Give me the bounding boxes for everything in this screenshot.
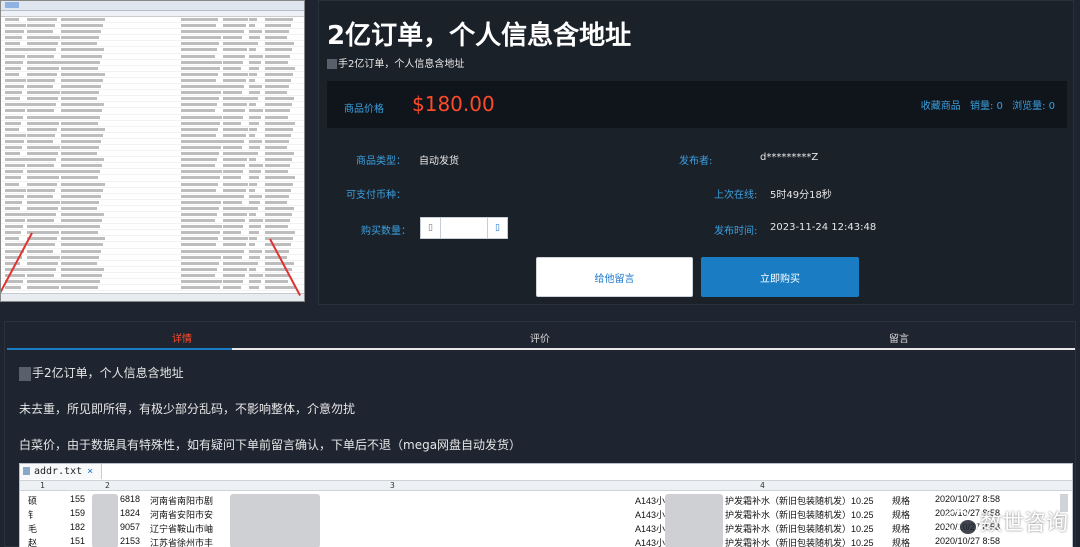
preview-row xyxy=(1,285,304,292)
product-title: 2亿订单，个人信息含地址 xyxy=(327,21,632,51)
type-value: 自动发货 xyxy=(419,156,459,167)
publisher-value: d*********Z xyxy=(760,152,819,163)
column-label: 4 xyxy=(760,481,765,490)
table-row: 钅 159 1824 河南省安阳市安 A143小 护发霜补水（新旧包装随机发）1… xyxy=(28,508,1001,520)
table-row: 毛 182 9057 辽宁省鞍山市岫 A143小 护发霜补水（新旧包装随机发）1… xyxy=(28,522,1001,534)
redaction-blur xyxy=(665,494,723,547)
publisher-label: 发布者: xyxy=(679,156,713,167)
file-tab: addr.txt × xyxy=(20,464,103,479)
sales-count: 销量: 0 xyxy=(969,101,1003,112)
wechat-icon xyxy=(943,510,978,536)
tab-details[interactable]: 详情 xyxy=(172,330,192,345)
preview-rows xyxy=(1,17,304,293)
column-label: 3 xyxy=(390,481,395,490)
currency-label: 可支付币种： xyxy=(346,190,406,201)
spreadsheet-preview-image xyxy=(0,0,305,302)
tab-messages[interactable]: 留言 xyxy=(889,330,909,345)
price-box: 商品价格 $180.00 收藏商品 销量: 0 浏览量: 0 xyxy=(327,81,1067,128)
redacted-block xyxy=(19,366,31,381)
table-row: 硕 155 6818 河南省南阳市剧 A143小 护发霜补水（新旧包装随机发）1… xyxy=(28,494,1001,506)
detail-line-3: 白菜价，由于数据具有特殊性，如有疑问下单前留言确认，下单后不退（mega网盘自动… xyxy=(19,438,522,452)
detail-section: 详情 评价 留言 手2亿订单，个人信息含地址 未去重，所见即所得，有极少部分乱码… xyxy=(4,321,1076,547)
buy-now-button[interactable]: 立即购买 xyxy=(701,257,859,297)
quantity-label: 购买数量： xyxy=(361,226,411,237)
leave-message-button[interactable]: 给他留言 xyxy=(536,257,693,297)
decrement-button[interactable]: ▯ xyxy=(420,217,441,239)
column-label: 1 xyxy=(40,481,45,490)
table-row: 赵 151 2153 江苏省徐州市丰 A143小 护发霜补水（新旧包装随机发）1… xyxy=(28,536,1001,547)
price-label: 商品价格 xyxy=(344,104,384,115)
tab-reviews[interactable]: 评价 xyxy=(530,330,550,345)
quantity-input[interactable] xyxy=(441,217,487,239)
product-panel: 2亿订单，个人信息含地址 手2亿订单，个人信息含地址 商品价格 $180.00 … xyxy=(318,0,1074,305)
product-subtitle: 手2亿订单，个人信息含地址 xyxy=(327,55,464,70)
redaction-blur xyxy=(92,494,118,547)
favorite-link[interactable]: 收藏商品 xyxy=(921,101,961,112)
watermark: 数世咨询 xyxy=(943,505,1068,537)
preview-titlebar xyxy=(1,1,304,11)
watermark-text: 数世咨询 xyxy=(979,511,1068,536)
close-icon: × xyxy=(87,466,94,477)
increment-button[interactable]: ▯ xyxy=(487,217,508,239)
last-online-value: 5时49分18秒 xyxy=(770,190,832,201)
column-label: 2 xyxy=(105,481,110,490)
tab-bar: 详情 评价 留言 xyxy=(7,322,1075,350)
redaction-blur xyxy=(230,494,320,547)
price-stats: 收藏商品 销量: 0 浏览量: 0 xyxy=(915,97,1055,112)
type-label: 商品类型： xyxy=(356,156,406,167)
active-tab-indicator xyxy=(7,348,232,350)
quantity-stepper[interactable]: ▯ ▯ xyxy=(420,217,508,239)
column-header: 1 2 3 4 xyxy=(20,480,1072,491)
preview-statusbar xyxy=(1,293,304,301)
detail-line-2: 未去重，所见即所得，有极少部分乱码，不影响整体，介意勿扰 xyxy=(19,402,356,416)
price-value: $180.00 xyxy=(412,92,495,116)
redacted-block xyxy=(327,59,337,69)
publish-time-value: 2023-11-24 12:43:48 xyxy=(770,222,877,233)
view-count: 浏览量: 0 xyxy=(1012,101,1055,112)
textfile-screenshot: addr.txt × 1 2 3 4 硕 155 6818 河南省南阳市剧 A14… xyxy=(19,463,1073,547)
detail-line-1: 手2亿订单，个人信息含地址 xyxy=(19,364,184,381)
